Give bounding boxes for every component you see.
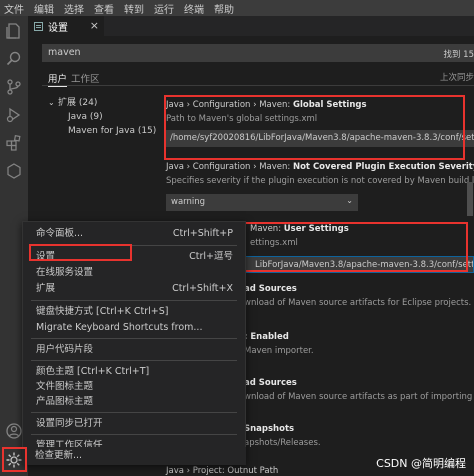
- divider: [31, 300, 237, 301]
- menu-item-color-theme[interactable]: 颜色主题 [Ctrl+K Ctrl+T]: [23, 364, 245, 380]
- search-value: maven: [48, 47, 81, 58]
- scrollbar[interactable]: [466, 92, 474, 476]
- shortcut: Ctrl+逗号: [189, 251, 233, 262]
- menu-bar: 文件 编辑 选择 查看 转到 运行 终端 帮助: [0, 0, 474, 16]
- close-icon[interactable]: ×: [90, 19, 99, 32]
- shortcut: Ctrl+Shift+X: [172, 283, 233, 294]
- menu-edit[interactable]: 编辑: [29, 1, 59, 16]
- setting-output-path-title: Java › Project: Outnut Path: [166, 466, 279, 476]
- settings-toc: ⌄ 扩展 (24) Java (9) Maven for Java (15): [48, 96, 168, 138]
- settings-scope-tabs: 用户 工作区 上次同步: [42, 68, 474, 87]
- tab-settings[interactable]: 设置 ×: [28, 16, 104, 36]
- menu-item-settings-sync[interactable]: 设置同步已打开: [23, 416, 245, 432]
- run-debug-icon[interactable]: [5, 106, 23, 124]
- menu-go[interactable]: 转到: [119, 1, 149, 16]
- search-result-count: 找到 15: [443, 50, 474, 60]
- menu-item-check-updates[interactable]: 检查更新...: [35, 448, 82, 464]
- setting-import-sources-title: ad Sources: [244, 378, 297, 388]
- menu-selection[interactable]: 选择: [59, 1, 89, 16]
- menu-help[interactable]: 帮助: [209, 1, 239, 16]
- chevron-down-icon: ⌄: [48, 98, 55, 107]
- setting-enabled-desc: Maven importer.: [244, 346, 314, 356]
- menu-item-extensions[interactable]: 扩展 Ctrl+Shift+X: [23, 281, 245, 297]
- setting-plugin-severity: Java › Configuration › Maven: Not Covere…: [166, 162, 474, 211]
- setting-description: Specifies severity if the plugin executi…: [166, 176, 474, 186]
- highlight-global-settings: [164, 95, 465, 160]
- tab-workspace[interactable]: 工作区: [71, 71, 100, 85]
- divider: [31, 338, 237, 339]
- menu-item-product-icon-theme[interactable]: 产品图标主题: [23, 394, 245, 410]
- menu-terminal[interactable]: 终端: [179, 1, 209, 16]
- divider: [31, 434, 237, 435]
- menu-file[interactable]: 文件: [0, 1, 29, 16]
- watermark: CSDN @简明编程: [376, 457, 466, 470]
- search-icon[interactable]: [5, 50, 23, 68]
- setting-snapshots-desc: apshots/Releases.: [244, 438, 321, 448]
- settings-search-input[interactable]: maven 找到 15: [42, 44, 474, 62]
- explorer-icon[interactable]: [5, 22, 23, 40]
- setting-download-sources-title: ad Sources: [244, 284, 297, 294]
- tab-label: 设置: [48, 22, 68, 34]
- source-control-icon[interactable]: [5, 78, 23, 96]
- scrollbar-thumb[interactable]: [467, 182, 473, 216]
- extensions-icon[interactable]: [5, 134, 23, 152]
- toc-item-maven-for-java[interactable]: Maven for Java (15): [48, 124, 168, 138]
- setting-snapshots-title: Snapshots: [244, 424, 295, 434]
- menu-item-keyboard-shortcuts[interactable]: 键盘快捷方式 [Ctrl+K Ctrl+S]: [23, 304, 245, 320]
- toc-item-extensions[interactable]: ⌄ 扩展 (24): [48, 96, 168, 110]
- divider: [31, 412, 237, 413]
- highlight-settings-menu-item: [29, 244, 132, 261]
- toc-item-java[interactable]: Java (9): [48, 110, 168, 124]
- setting-import-sources-desc: wnload of Maven source artifacts as part…: [244, 392, 474, 402]
- tab-user[interactable]: 用户: [48, 71, 68, 87]
- divider: [31, 360, 237, 361]
- chevron-down-icon: ⌄: [346, 196, 353, 205]
- setting-enabled-title: : Enabled: [244, 332, 289, 342]
- setting-download-sources-desc: wnload of Maven source artifacts for Ecl…: [244, 298, 472, 308]
- shortcut: Ctrl+Shift+P: [172, 228, 233, 239]
- remote-explorer-icon[interactable]: [5, 162, 23, 180]
- menu-item-online-settings[interactable]: 在线服务设置: [23, 265, 245, 281]
- menu-view[interactable]: 查看: [89, 1, 119, 16]
- menu-item-command-palette[interactable]: 命令面板... Ctrl+Shift+P: [23, 226, 245, 242]
- menu-item-migrate-shortcuts[interactable]: Migrate Keyboard Shortcuts from...: [23, 320, 245, 336]
- setting-title: Java › Configuration › Maven: Not Covere…: [166, 162, 474, 172]
- menu-item-user-snippets[interactable]: 用户代码片段: [23, 342, 245, 358]
- settings-file-icon: [34, 21, 43, 31]
- account-icon[interactable]: [5, 422, 23, 440]
- manage-context-menu-tail: 检查更新...: [22, 447, 246, 465]
- last-sync-label: 上次同步: [439, 73, 474, 83]
- severity-select[interactable]: warning ⌄: [166, 194, 358, 211]
- tab-bar: 设置 ×: [28, 16, 474, 36]
- highlight-manage-gear: [2, 447, 27, 472]
- menu-item-file-icon-theme[interactable]: 文件图标主题: [23, 379, 245, 395]
- menu-run[interactable]: 运行: [149, 1, 179, 16]
